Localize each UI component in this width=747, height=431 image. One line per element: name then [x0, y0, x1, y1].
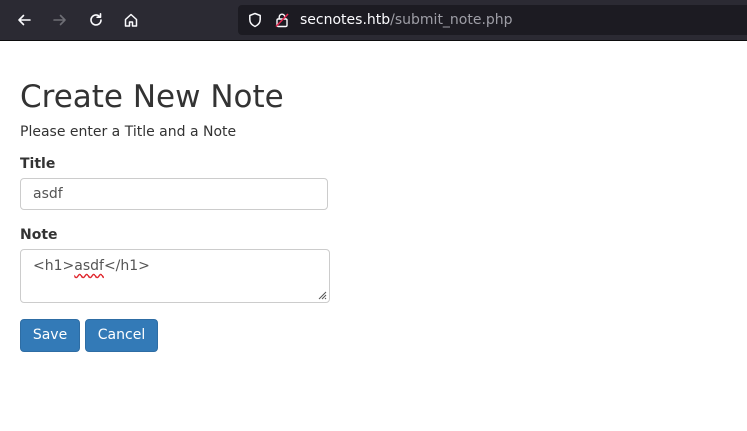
- url-path: /submit_note.php: [390, 12, 513, 28]
- reload-button[interactable]: [84, 8, 108, 32]
- cancel-button[interactable]: Cancel: [85, 319, 158, 352]
- shield-icon[interactable]: [247, 12, 263, 28]
- note-textarea[interactable]: <h1>asdf</h1>: [20, 249, 330, 303]
- save-button[interactable]: Save: [20, 319, 80, 352]
- browser-toolbar: secnotes.htb/submit_note.php: [0, 0, 747, 41]
- forward-arrow-icon: [53, 14, 66, 26]
- instructions-text: Please enter a Title and a Note: [20, 124, 237, 140]
- resize-grip-icon[interactable]: [318, 291, 327, 300]
- title-input[interactable]: [20, 178, 328, 210]
- url-text[interactable]: secnotes.htb/submit_note.php: [300, 11, 513, 29]
- forward-button[interactable]: [48, 8, 72, 32]
- url-host: secnotes.htb: [300, 12, 391, 28]
- note-label: Note: [20, 227, 58, 243]
- note-text-misspelled: asdf: [74, 258, 104, 274]
- back-arrow-icon: [18, 14, 31, 26]
- reload-icon: [90, 13, 102, 26]
- home-icon: [124, 13, 138, 27]
- title-label: Title: [20, 156, 56, 172]
- page-title: Create New Note: [20, 79, 284, 115]
- note-text-suffix: </h1>: [103, 258, 150, 274]
- back-button[interactable]: [12, 8, 36, 32]
- insecure-lock-icon[interactable]: [274, 12, 290, 28]
- note-text-prefix: <h1>: [33, 258, 75, 274]
- url-bar[interactable]: secnotes.htb/submit_note.php: [238, 5, 747, 35]
- home-button[interactable]: [119, 8, 143, 32]
